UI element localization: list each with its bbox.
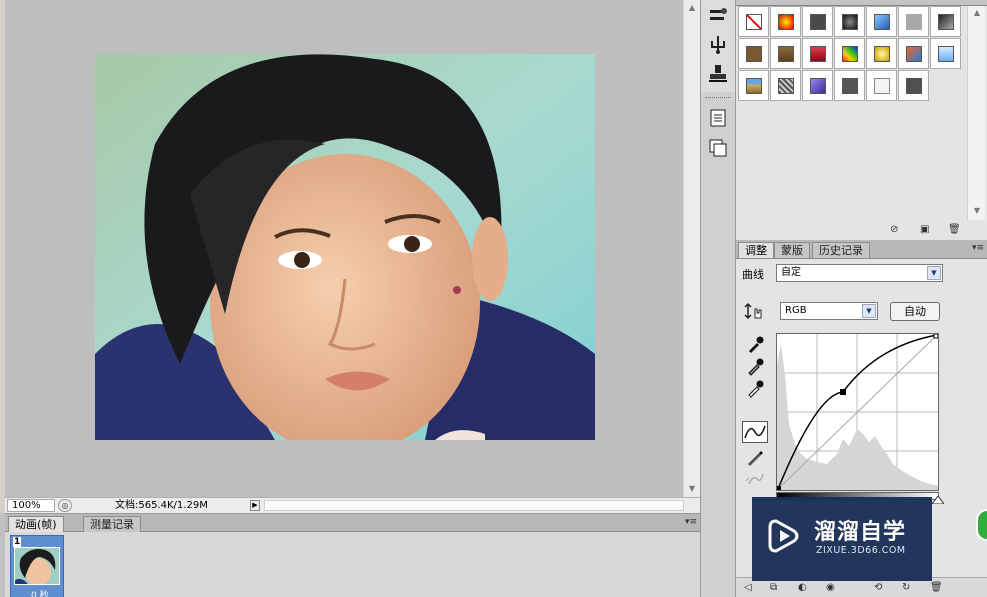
channel-select[interactable]: RGB ▼ bbox=[780, 302, 878, 320]
expand-view-icon[interactable]: ⧉ bbox=[770, 582, 777, 593]
panel-menu-icon[interactable]: ▾≡ bbox=[685, 517, 697, 527]
tab-animation-frames[interactable]: 动画(帧) bbox=[8, 516, 64, 532]
style-swatch-sunset[interactable] bbox=[898, 38, 929, 69]
style-swatch-blue-glass[interactable] bbox=[866, 6, 897, 37]
curve-edit-icon[interactable] bbox=[742, 421, 768, 443]
style-swatch-gray-gradient[interactable] bbox=[930, 6, 961, 37]
document-image[interactable] bbox=[95, 54, 595, 440]
style-swatch-light-blue[interactable] bbox=[930, 38, 961, 69]
style-swatch-wood[interactable] bbox=[770, 38, 801, 69]
animation-frame[interactable]: 1 0 秒 bbox=[10, 535, 64, 597]
scroll-up-icon[interactable]: ▲ bbox=[685, 1, 699, 15]
preset-value: 自定 bbox=[781, 267, 801, 278]
status-bar: 100% ◎ 文档:565.4K/1.29M ▶ bbox=[5, 497, 700, 513]
preset-select[interactable]: 自定 ▼ bbox=[776, 264, 943, 282]
delete-style-icon[interactable]: 🗑 bbox=[948, 224, 961, 235]
view-previous-icon[interactable]: ⟲ bbox=[874, 582, 882, 593]
frame-thumbnail bbox=[14, 547, 60, 585]
frame-number: 1 bbox=[13, 537, 22, 547]
panel-dock-strip bbox=[700, 0, 736, 597]
curves-label: 曲线 bbox=[742, 268, 764, 281]
style-swatch-gold[interactable] bbox=[866, 38, 897, 69]
animation-panel: 动画(帧) 测量记录 ▾≡ 1 0 秒 bbox=[5, 513, 700, 597]
style-swatch-outline[interactable] bbox=[866, 70, 897, 101]
style-swatch-purple[interactable] bbox=[802, 70, 833, 101]
canvas-vertical-scrollbar[interactable]: ▲ ▼ bbox=[683, 0, 700, 497]
stamp-tool-icon[interactable] bbox=[707, 62, 729, 84]
white-input-slider-icon[interactable] bbox=[932, 496, 944, 504]
style-swatch-dark-outline[interactable] bbox=[898, 70, 929, 101]
new-style-icon[interactable]: ▣ bbox=[920, 224, 929, 235]
visibility-eye-icon[interactable]: ◉ bbox=[826, 582, 835, 593]
watermark-logo: 溜溜自学 ZIXUE.3D66.COM bbox=[752, 497, 932, 581]
notes-icon[interactable] bbox=[707, 107, 729, 129]
styles-scrollbar[interactable]: ▲ ▼ bbox=[967, 6, 985, 220]
chevron-down-icon[interactable]: ▼ bbox=[862, 304, 876, 318]
frame-delay[interactable]: 0 秒 bbox=[31, 588, 49, 597]
tab-history[interactable]: 历史记录 bbox=[812, 242, 870, 258]
scroll-up-icon[interactable]: ▲ bbox=[970, 6, 984, 20]
white-point-eyedropper-icon[interactable] bbox=[744, 378, 766, 398]
chevron-down-icon[interactable]: ▼ bbox=[927, 266, 941, 280]
style-swatch-red-glow[interactable] bbox=[770, 6, 801, 37]
style-swatch-multicolor[interactable] bbox=[834, 38, 865, 69]
animation-panel-tabs: 动画(帧) 测量记录 ▾≡ bbox=[5, 514, 700, 532]
play-logo-icon bbox=[768, 519, 799, 553]
adjustments-panel-tabs: 调整 蒙版 历史记录 ▾≡ bbox=[736, 240, 987, 259]
reset-icon[interactable]: ↻ bbox=[902, 582, 910, 593]
styles-panel-footer: ⊘ ▣ 🗑 bbox=[736, 220, 987, 240]
tab-measurement-log[interactable]: 测量记录 bbox=[83, 516, 141, 532]
clone-source-icon[interactable] bbox=[707, 33, 729, 55]
pencil-draw-icon[interactable] bbox=[744, 447, 766, 467]
document-size-info: 文档:565.4K/1.29M bbox=[115, 500, 208, 511]
style-swatch-none[interactable] bbox=[738, 6, 769, 37]
status-info-icon[interactable]: ◎ bbox=[58, 499, 72, 512]
style-swatch-black-chrome[interactable] bbox=[834, 6, 865, 37]
status-menu-arrow-icon[interactable]: ▶ bbox=[250, 500, 260, 511]
canvas-horizontal-scrollbar[interactable] bbox=[264, 500, 684, 511]
style-swatch-brown[interactable] bbox=[738, 38, 769, 69]
scroll-down-icon[interactable]: ▼ bbox=[970, 204, 984, 218]
green-status-icon[interactable] bbox=[976, 509, 987, 541]
back-arrow-icon[interactable]: ◁ bbox=[744, 582, 752, 593]
portrait-image bbox=[95, 54, 595, 440]
style-swatch-dark-gray[interactable] bbox=[802, 6, 833, 37]
channel-value: RGB bbox=[785, 305, 807, 316]
panel-menu-icon[interactable]: ▾≡ bbox=[972, 243, 984, 253]
style-swatch-landscape[interactable] bbox=[738, 70, 769, 101]
zoom-level-field[interactable]: 100% bbox=[7, 499, 55, 512]
scroll-down-icon[interactable]: ▼ bbox=[685, 482, 699, 496]
black-point-eyedropper-icon[interactable] bbox=[744, 334, 766, 354]
style-swatch-light-gray[interactable] bbox=[898, 6, 929, 37]
on-image-adjust-icon[interactable] bbox=[744, 302, 766, 320]
auto-button[interactable]: 自动 bbox=[890, 302, 940, 321]
delete-adjustment-icon[interactable]: 🗑 bbox=[930, 582, 943, 593]
clip-to-layer-icon[interactable]: ◐ bbox=[798, 582, 807, 593]
clear-style-icon[interactable]: ⊘ bbox=[890, 224, 898, 235]
dock-empty-area bbox=[701, 167, 735, 597]
dock-separator bbox=[705, 97, 731, 98]
layer-comps-icon[interactable] bbox=[707, 137, 729, 159]
style-swatch-charcoal[interactable] bbox=[834, 70, 865, 101]
curves-graph[interactable] bbox=[776, 333, 939, 491]
watermark-brand: 溜溜自学 bbox=[814, 520, 907, 545]
tab-masks[interactable]: 蒙版 bbox=[774, 242, 810, 258]
brush-settings-icon[interactable] bbox=[707, 5, 729, 27]
watermark-url: ZIXUE.3D66.COM bbox=[816, 545, 906, 556]
tab-adjustments[interactable]: 调整 bbox=[738, 242, 774, 258]
style-swatch-texture[interactable] bbox=[770, 70, 801, 101]
smooth-curve-icon[interactable] bbox=[744, 469, 766, 489]
styles-panel: ▲ ▼ bbox=[736, 0, 987, 240]
gray-point-eyedropper-icon[interactable] bbox=[744, 356, 766, 376]
style-swatch-red[interactable] bbox=[802, 38, 833, 69]
